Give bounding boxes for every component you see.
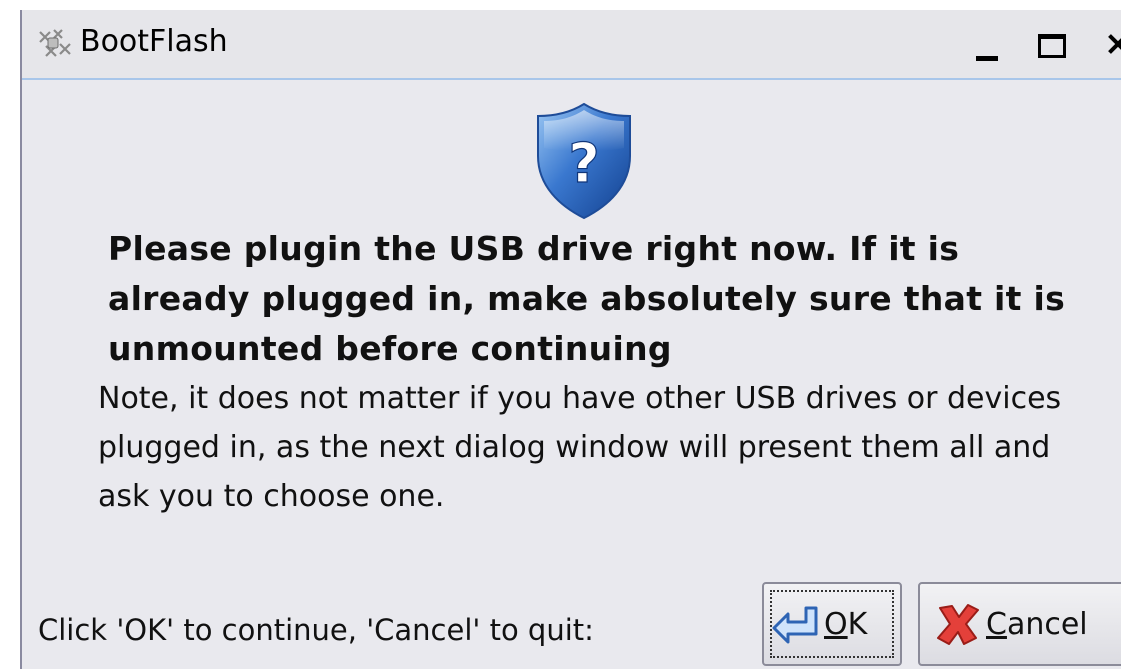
minimize-icon[interactable] [966, 24, 1006, 64]
dialog-window: BootFlash ? Please plugin the USB drive … [20, 10, 1121, 669]
window-title: BootFlash [80, 24, 228, 59]
dialog-headline: Please plugin the USB drive right now. I… [108, 229, 1066, 368]
cancel-button[interactable]: Cancel [918, 582, 1121, 666]
red-x-icon [937, 604, 979, 645]
close-icon[interactable] [1102, 24, 1121, 64]
shield-question-icon: ? [537, 102, 631, 220]
svg-text:?: ? [568, 132, 599, 195]
bootflash-app-icon [39, 29, 71, 57]
footer-prompt: Click 'OK' to continue, 'Cancel' to quit… [38, 613, 594, 647]
ok-button[interactable]: OK [762, 582, 902, 666]
dialog-note: Note, it does not matter if you have oth… [98, 381, 1062, 514]
ok-label: K [847, 606, 868, 642]
title-bar[interactable]: BootFlash [22, 10, 1121, 80]
cancel-label: ancel [1006, 606, 1088, 642]
maximize-icon[interactable] [1030, 24, 1070, 64]
ok-mnemonic: O [824, 606, 848, 642]
cancel-mnemonic: C [986, 606, 1007, 642]
